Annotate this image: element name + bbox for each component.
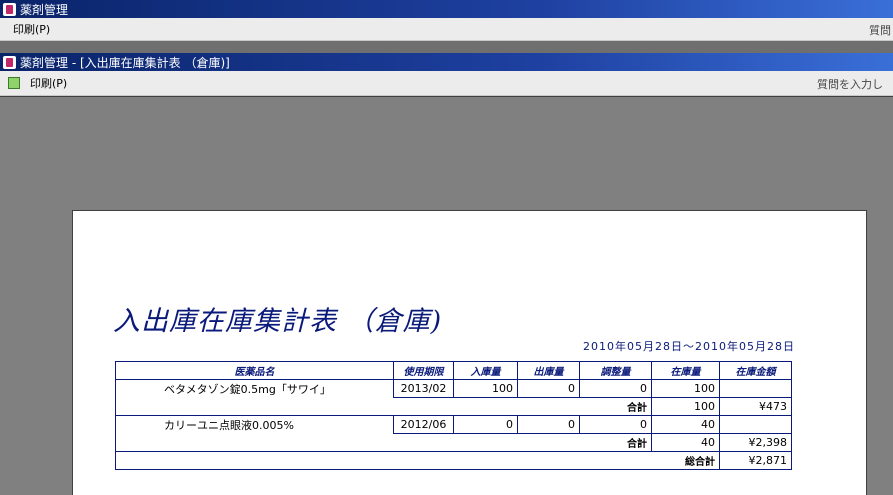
app-title-bar[interactable]: 薬剤管理 [0, 0, 893, 18]
column-header: 在庫量 [651, 361, 720, 380]
column-header: 調整量 [579, 361, 652, 380]
in-qty-cell: 100 [453, 379, 518, 398]
print-icon[interactable] [8, 77, 20, 89]
subtotal-stock: 100 [651, 397, 720, 416]
subtotal-label: 合計 [579, 397, 652, 416]
app-icon [3, 2, 16, 16]
out-qty-cell: 0 [517, 379, 580, 398]
table-header-row: 医薬品名 使用期限 入庫量 出庫量 調整量 在庫量 在庫金額 [115, 361, 792, 380]
help-search-box[interactable]: 質問 [869, 22, 891, 38]
stock-amount-cell [719, 379, 792, 398]
stock-qty-cell: 40 [651, 415, 720, 434]
drug-name: カリーユニ点眼液0.005% [115, 415, 394, 434]
document-icon [3, 55, 16, 69]
grand-total-label: 総合計 [651, 451, 720, 470]
document-menu-print[interactable]: 印刷(P) [26, 75, 71, 91]
subtotal-stock: 40 [651, 433, 720, 452]
expiry-cell: 2013/02 [393, 379, 454, 398]
subtotal-label: 合計 [579, 433, 652, 452]
inventory-table: 医薬品名 使用期限 入庫量 出庫量 調整量 在庫量 在庫金額 ベタメタゾン錠0.… [115, 361, 792, 470]
expiry-cell: 2012/06 [393, 415, 454, 434]
column-header: 入庫量 [453, 361, 518, 380]
column-header: 在庫金額 [719, 361, 792, 380]
document-title-bar[interactable]: 薬剤管理 - [入出庫在庫集計表 （倉庫)] [0, 53, 893, 71]
document-menu-bar: 印刷(P) 質問を入力し [0, 71, 893, 96]
app-title: 薬剤管理 [20, 2, 69, 17]
grand-total-row: 総合計 ¥2,871 [115, 451, 792, 470]
subtotal-row: 合計 40 ¥2,398 [115, 433, 792, 452]
in-qty-cell: 0 [453, 415, 518, 434]
report-page: 入出庫在庫集計表 （倉庫) 2010年05月28日～2010年05月28日 医薬… [72, 210, 867, 495]
subtotal-amount: ¥2,398 [719, 433, 792, 452]
report-title: 入出庫在庫集計表 （倉庫) [113, 306, 443, 337]
toolbar-strip [0, 41, 893, 53]
report-date-range: 2010年05月28日～2010年05月28日 [583, 340, 795, 353]
column-header: 医薬品名 [115, 361, 394, 380]
subtotal-row: 合計 100 ¥473 [115, 397, 792, 416]
column-header: 出庫量 [517, 361, 580, 380]
adjust-qty-cell: 0 [579, 415, 652, 434]
column-header: 使用期限 [393, 361, 454, 380]
app-menu-bar: 印刷(P) 質問 [0, 18, 893, 41]
document-title: 薬剤管理 - [入出庫在庫集計表 （倉庫)] [20, 55, 230, 70]
out-qty-cell: 0 [517, 415, 580, 434]
document-help-search-box[interactable]: 質問を入力し [817, 76, 883, 92]
table-row: ベタメタゾン錠0.5mg「サワイ」 2013/02 100 0 0 100 [115, 379, 792, 398]
grand-total-amount: ¥2,871 [719, 451, 792, 470]
menu-print[interactable]: 印刷(P) [9, 21, 54, 37]
adjust-qty-cell: 0 [579, 379, 652, 398]
stock-qty-cell: 100 [651, 379, 720, 398]
subtotal-amount: ¥473 [719, 397, 792, 416]
stock-amount-cell [719, 415, 792, 434]
drug-name: ベタメタゾン錠0.5mg「サワイ」 [115, 379, 394, 398]
table-row: カリーユニ点眼液0.005% 2012/06 0 0 0 40 [115, 415, 792, 434]
